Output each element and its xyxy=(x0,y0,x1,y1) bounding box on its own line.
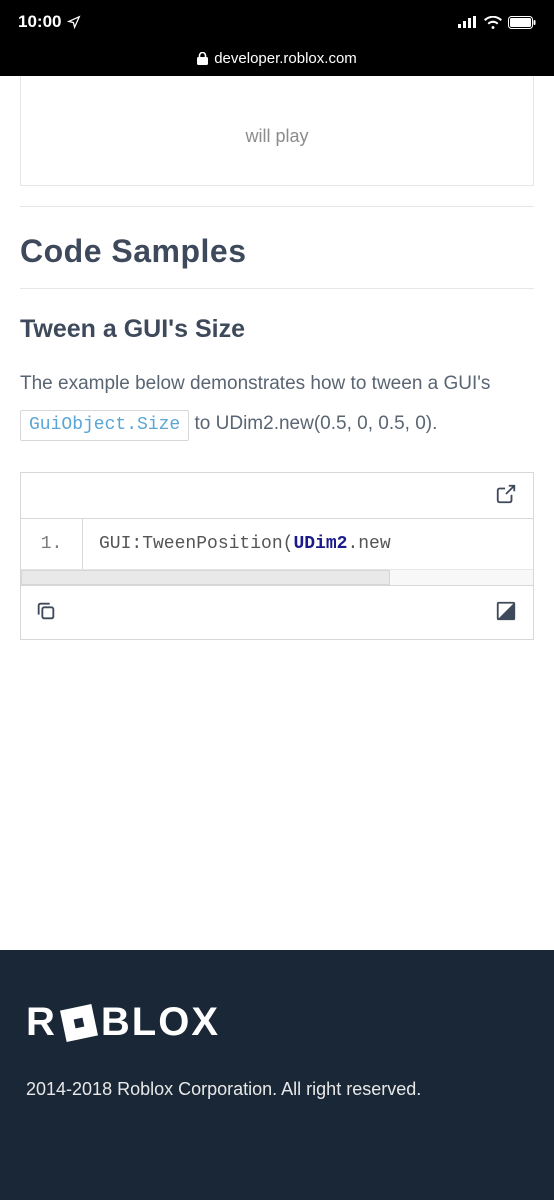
external-link-icon[interactable] xyxy=(495,483,519,507)
battery-icon xyxy=(508,16,536,29)
api-reference-chip[interactable]: GuiObject.Size xyxy=(20,410,189,441)
location-icon xyxy=(67,15,81,29)
para-text-after: to UDim2.new(0.5, 0, 0.5, 0). xyxy=(195,413,438,434)
status-left: 10:00 xyxy=(18,12,81,32)
code-body: 1. GUI:TweenPosition(UDim2.new xyxy=(21,519,533,569)
logo-tilted-square-icon xyxy=(60,1004,98,1042)
horizontal-scrollbar[interactable] xyxy=(21,569,533,585)
browser-url-bar[interactable]: developer.roblox.com xyxy=(0,44,554,76)
tween-gui-heading: Tween a GUI's Size xyxy=(20,315,534,344)
signal-icon xyxy=(458,16,478,28)
copyright-text: 2014-2018 Roblox Corporation. All right … xyxy=(26,1075,528,1104)
status-right xyxy=(458,16,536,29)
scrollbar-thumb[interactable] xyxy=(21,570,390,585)
code-sample-block: 1. GUI:TweenPosition(UDim2.new xyxy=(20,472,534,640)
logo-letter-r: R xyxy=(26,1000,57,1045)
page-footer: R BLOX 2014-2018 Roblox Corporation. All… xyxy=(0,950,554,1200)
code-line: GUI:TweenPosition(UDim2.new xyxy=(83,534,391,554)
description-paragraph: The example below demonstrates how to tw… xyxy=(20,364,534,444)
code-seg-a: GUI:TweenPosition( xyxy=(99,534,293,554)
status-bar: 10:00 xyxy=(0,0,554,44)
divider xyxy=(20,206,534,207)
wifi-icon xyxy=(484,16,502,29)
expand-icon[interactable] xyxy=(495,600,519,624)
partial-cell-text: will play xyxy=(245,126,308,147)
code-header xyxy=(21,473,533,519)
line-number: 1. xyxy=(21,519,83,569)
code-footer xyxy=(21,585,533,639)
partial-table-row: will play xyxy=(20,76,534,186)
url-domain: developer.roblox.com xyxy=(214,50,357,67)
code-seg-keyword: UDim2 xyxy=(293,534,347,554)
copy-icon[interactable] xyxy=(35,600,59,624)
status-time: 10:00 xyxy=(18,12,61,32)
code-samples-heading: Code Samples xyxy=(20,233,534,270)
page-content: will play Code Samples Tween a GUI's Siz… xyxy=(0,76,554,950)
lock-icon xyxy=(197,52,208,65)
code-seg-c: .new xyxy=(347,534,390,554)
logo-letters-rest: BLOX xyxy=(101,1000,220,1045)
para-text-before: The example below demonstrates how to tw… xyxy=(20,373,490,394)
roblox-logo: R BLOX xyxy=(26,1000,528,1045)
divider xyxy=(20,288,534,289)
